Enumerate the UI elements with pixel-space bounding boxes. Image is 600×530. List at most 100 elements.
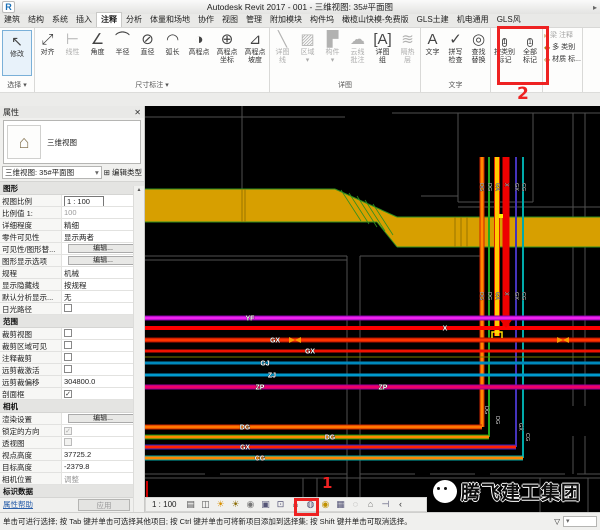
mini-tag-button-1[interactable]: ◆多 类别: [544, 42, 581, 52]
property-value[interactable]: 编辑...: [62, 413, 144, 424]
close-icon[interactable]: ✕: [134, 108, 141, 117]
拼写检查-button[interactable]: ✓拼写检查: [444, 29, 467, 64]
edit-type-button[interactable]: 编辑类型: [112, 167, 142, 178]
property-group-1[interactable]: 范围▴: [0, 315, 144, 328]
ribbon-tab-2[interactable]: 系统: [48, 13, 72, 27]
高程点坐标-button[interactable]: ⊕高程点坐标: [213, 29, 241, 64]
show-crop-icon[interactable]: ⊡: [273, 498, 287, 511]
property-value[interactable]: [62, 352, 144, 363]
mini-tag-button-2[interactable]: ◈材质 标...: [544, 54, 581, 64]
property-value[interactable]: ✓: [62, 425, 144, 436]
property-value[interactable]: 无: [62, 291, 144, 302]
property-value[interactable]: [62, 340, 144, 351]
property-value[interactable]: 调整: [62, 473, 144, 484]
线性-button[interactable]: ⊢线性: [60, 29, 85, 57]
edit-button: 编辑...: [68, 414, 138, 423]
properties-help-link[interactable]: 属性帮助: [3, 499, 33, 510]
ribbon-tab-0[interactable]: 建筑: [0, 13, 24, 27]
selection-filter-box[interactable]: ▾: [563, 516, 597, 527]
查找替换-button[interactable]: ◎查找替换: [467, 29, 490, 64]
文字-button[interactable]: A文字: [421, 29, 444, 57]
ribbon-tab-1[interactable]: 结构: [24, 13, 48, 27]
collapse-icon[interactable]: ‹: [393, 498, 407, 511]
button-icon: A: [427, 31, 437, 49]
ribbon-tab-11[interactable]: 构件坞: [306, 13, 338, 27]
构件▾-button[interactable]: ▛构件▾: [320, 29, 345, 64]
property-value[interactable]: 精细: [62, 219, 144, 230]
property-value[interactable]: [62, 303, 144, 314]
高程点-button[interactable]: ◑高程点: [185, 29, 213, 57]
property-value[interactable]: 按规程: [62, 279, 144, 290]
analytical-model-icon[interactable]: ◌: [348, 498, 362, 511]
隔热层-button[interactable]: ≋隔热层: [395, 29, 420, 64]
view-scale-button[interactable]: 1 : 100: [152, 500, 176, 509]
ribbon-tab-4[interactable]: 注释: [96, 12, 122, 27]
property-value[interactable]: 304800.0: [62, 376, 144, 387]
temp-view-props-icon[interactable]: ▦: [333, 498, 347, 511]
constraints-icon[interactable]: ⊣: [378, 498, 392, 511]
对齐-button[interactable]: ⤢对齐: [35, 29, 60, 57]
property-value[interactable]: 37725.2: [62, 449, 144, 460]
reveal-hidden-icon[interactable]: ◉: [318, 498, 332, 511]
详图组-button[interactable]: [A]详图组: [370, 29, 395, 64]
ribbon-tab-9[interactable]: 管理: [242, 13, 266, 27]
角度-button[interactable]: ∠角度: [85, 29, 110, 57]
ribbon-tab-14[interactable]: 机电通用: [453, 13, 493, 27]
crop-view-icon[interactable]: ▣: [258, 498, 272, 511]
property-label: 注释裁剪: [0, 352, 62, 363]
property-value[interactable]: -2379.8: [62, 461, 144, 472]
panel-label: 文字: [421, 80, 490, 92]
pipe-label: ZP: [379, 385, 388, 392]
visual-style-icon[interactable]: ◫: [198, 498, 212, 511]
ribbon-tab-3[interactable]: 插入: [72, 13, 96, 27]
弧长-button[interactable]: ◠弧长: [160, 29, 185, 57]
property-value[interactable]: 显示两者: [62, 231, 144, 242]
property-row: 视点高度37725.2: [0, 449, 144, 461]
shadows-icon[interactable]: ☀: [228, 498, 242, 511]
chevron-down-icon: ▾: [95, 167, 99, 179]
ribbon-tab-15[interactable]: GLS风: [493, 13, 525, 27]
ribbon-tab-5[interactable]: 分析: [122, 13, 146, 27]
property-value[interactable]: 1 : 100: [62, 195, 144, 206]
property-value[interactable]: ✓: [62, 388, 144, 399]
filter-icon[interactable]: ▽: [554, 517, 560, 526]
panel-label: 详图: [270, 80, 420, 92]
button-icon: ⊕: [221, 31, 234, 49]
property-value[interactable]: 100: [62, 207, 144, 218]
select-panel-label[interactable]: 选择 ▾: [0, 80, 34, 92]
sun-path-icon[interactable]: ☀: [213, 498, 227, 511]
详图线-button[interactable]: ╲详图线: [270, 29, 295, 64]
type-selector[interactable]: ⌂ 三维视图: [3, 120, 141, 164]
property-value[interactable]: [62, 364, 144, 375]
button-icon: ☁: [350, 31, 365, 49]
ribbon-tab-8[interactable]: 视图: [218, 13, 242, 27]
ribbon-tab-13[interactable]: GLS土建: [413, 13, 453, 27]
区域▾-button[interactable]: ▨区域▾: [295, 29, 320, 64]
mini-tag-button-0[interactable]: ▸梁 注释: [544, 30, 581, 40]
property-label: 裁剪视图: [0, 328, 62, 339]
displacement-icon[interactable]: ⌂: [363, 498, 377, 511]
ribbon-tab-12[interactable]: 橄榄山快模-免费版: [338, 13, 413, 27]
高程点坡度-button[interactable]: ⊿高程点坡度: [241, 29, 269, 64]
drawing-area[interactable]: YFXGXGXGJZJZPZPDGDGGXCGDGDGGXXGXCGDGDGGX…: [145, 106, 600, 512]
property-value[interactable]: [62, 328, 144, 339]
render-icon[interactable]: ◉: [243, 498, 257, 511]
ribbon-tab-7[interactable]: 协作: [194, 13, 218, 27]
property-group-0[interactable]: 图形▴: [0, 182, 144, 195]
云线批注-button[interactable]: ☁云线批注: [345, 29, 370, 64]
直径-button[interactable]: ⊘直径: [135, 29, 160, 57]
property-value[interactable]: [62, 437, 144, 448]
property-value[interactable]: 编辑...: [62, 255, 144, 266]
property-value[interactable]: 编辑...: [62, 243, 144, 254]
ribbon-tab-10[interactable]: 附加模块: [266, 13, 306, 27]
apply-button[interactable]: 应用: [78, 499, 130, 511]
modify-button[interactable]: ↖ 修改: [2, 30, 32, 76]
annotation-digit-1: 1: [322, 474, 332, 492]
property-group-2[interactable]: 相机▴: [0, 400, 144, 413]
properties-scrollbar[interactable]: ▴: [133, 186, 144, 512]
detail-level-icon[interactable]: ▤: [183, 498, 197, 511]
view-selector-dropdown[interactable]: 三维视图: 35#平面图 ▾: [2, 166, 102, 179]
property-value[interactable]: 机械: [62, 267, 144, 278]
半径-button[interactable]: ⌒半径: [110, 29, 135, 57]
ribbon-tab-6[interactable]: 体量和场地: [146, 13, 194, 27]
